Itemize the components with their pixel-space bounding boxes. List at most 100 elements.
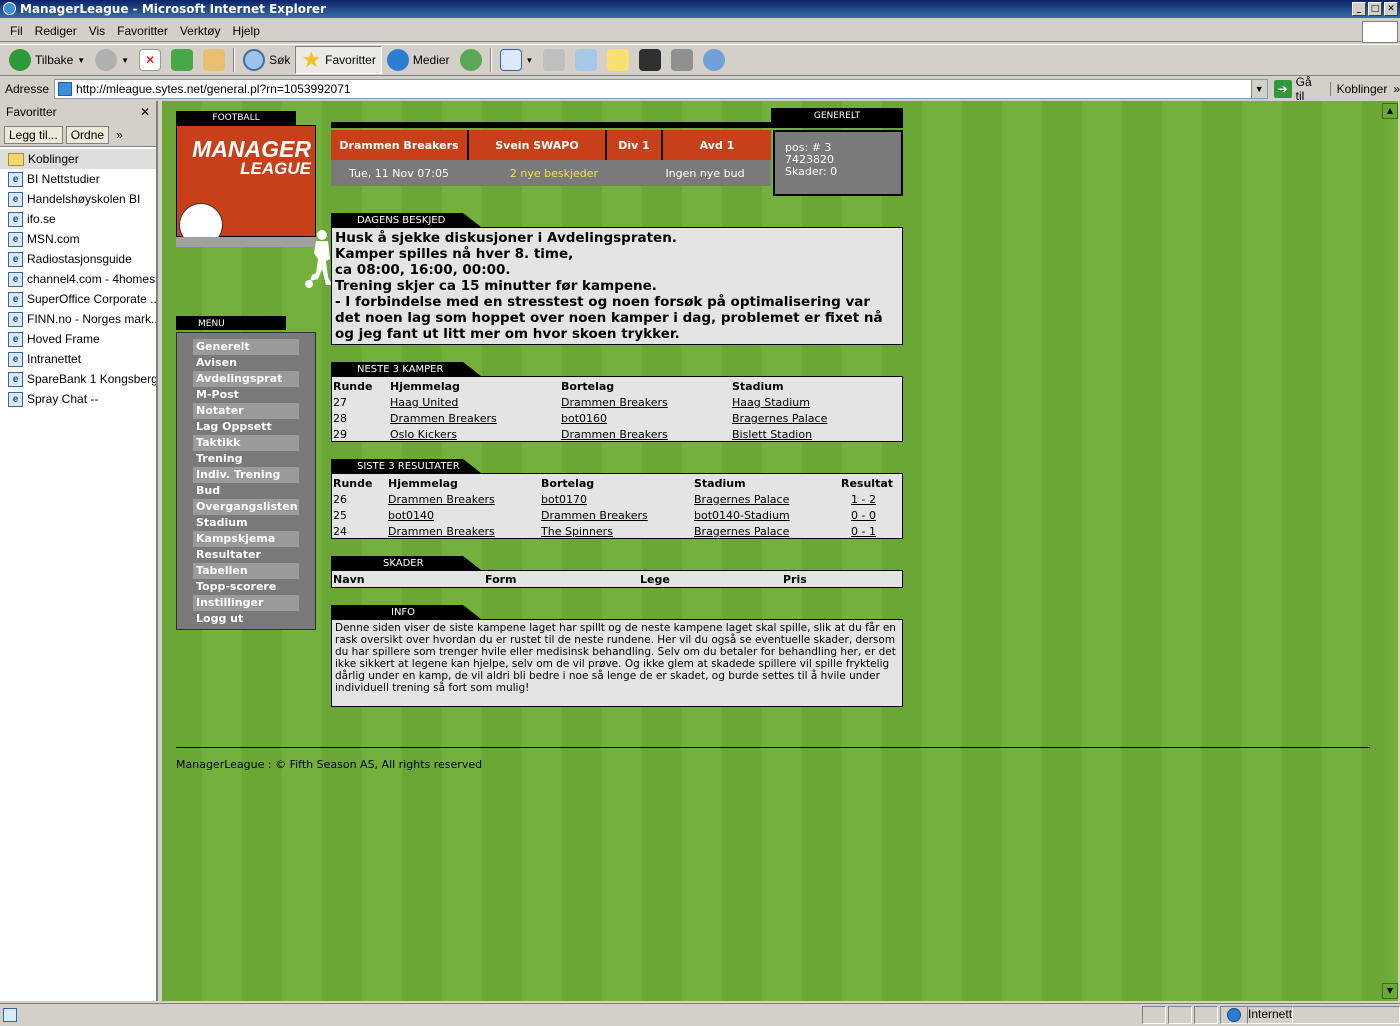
menu-tools[interactable]: Verktøy — [174, 24, 227, 38]
team-link[interactable]: The Spinners — [541, 525, 613, 538]
address-bar: Adresse http://mleague.sytes.net/general… — [0, 75, 1400, 103]
forward-button[interactable]: ▼ — [90, 46, 134, 74]
menu-bar: Fil Rediger Vis Favoritter Verktøy Hjelp — [0, 20, 1400, 42]
menu-favorites[interactable]: Favoritter — [111, 24, 174, 38]
menu-item-avdelingsprat[interactable]: Avdelingsprat — [193, 371, 299, 387]
favorite-item[interactable]: e channel4.com - 4homes — [0, 269, 156, 289]
menu-item-trening[interactable]: Trening — [193, 451, 299, 467]
stadium-link[interactable]: Bragernes Palace — [694, 493, 789, 506]
menu-item-overgangslisten[interactable]: Overgangslisten — [193, 499, 299, 515]
scroll-up-icon[interactable]: ▲ — [1382, 103, 1398, 119]
maximize-button[interactable]: □ — [1368, 2, 1382, 16]
menu-item-logg-ut[interactable]: Logg ut — [193, 611, 299, 627]
chevron-right-icon[interactable]: » — [1387, 82, 1400, 96]
mail-button[interactable]: ▼ — [495, 46, 539, 74]
division-label[interactable]: Div 1 — [607, 130, 663, 160]
stadium-link[interactable]: bot0140-Stadium — [694, 509, 790, 522]
team-link[interactable]: Drammen Breakers — [541, 509, 648, 522]
back-button[interactable]: Tilbake ▼ — [4, 46, 90, 74]
favorite-item[interactable]: e BI Nettstudier — [0, 169, 156, 189]
messenger-button[interactable] — [698, 46, 730, 74]
favorites-button[interactable]: ★ Favoritter — [295, 46, 382, 74]
discuss-button[interactable] — [602, 46, 634, 74]
manager-name[interactable]: Svein SWAPO — [469, 130, 607, 160]
team-link[interactable]: Drammen Breakers — [561, 428, 668, 441]
scroll-down-icon[interactable]: ▼ — [1382, 983, 1398, 999]
favorite-item[interactable]: e SuperOffice Corporate ... — [0, 289, 156, 309]
favorite-item[interactable]: e MSN.com — [0, 229, 156, 249]
vertical-scrollbar[interactable]: ▲ ▼ — [1382, 101, 1398, 1001]
close-favorites-icon[interactable]: ✕ — [140, 105, 150, 119]
new-messages-link[interactable]: 2 nye beskjeder — [469, 167, 639, 180]
menu-item-avisen[interactable]: Avisen — [193, 355, 299, 371]
menu-edit[interactable]: Rediger — [29, 24, 83, 38]
result-link[interactable]: 1 - 2 — [851, 493, 876, 506]
team-link[interactable]: Drammen Breakers — [390, 412, 497, 425]
result-link[interactable]: 0 - 0 — [851, 509, 876, 522]
team-link[interactable]: Drammen Breakers — [388, 493, 495, 506]
print-button[interactable] — [538, 46, 570, 74]
close-window-button[interactable]: ✕ — [1384, 2, 1398, 16]
menu-tab: MENU — [176, 316, 286, 330]
round-cell: 27 — [333, 395, 347, 409]
favorite-item[interactable]: e FINN.no - Norges mark... — [0, 309, 156, 329]
ie-page-icon: e — [8, 291, 23, 307]
menu-item-bud[interactable]: Bud — [193, 483, 299, 499]
stadium-link[interactable]: Bragernes Palace — [694, 525, 789, 538]
folder-icon — [8, 152, 24, 166]
stadium-link[interactable]: Bragernes Palace — [732, 412, 827, 425]
favorite-item[interactable]: e Intranettet — [0, 349, 156, 369]
favorite-item[interactable]: e Spray Chat -- — [0, 389, 156, 409]
menu-item-lag-oppsett[interactable]: Lag Oppsett — [193, 419, 299, 435]
team-link[interactable]: Haag United — [390, 396, 458, 409]
menu-item-topp-scorere[interactable]: Topp-scorere — [193, 579, 299, 595]
minimize-button[interactable]: _ — [1352, 2, 1366, 16]
menu-item-kampskjema[interactable]: Kampskjema — [193, 531, 299, 547]
stadium-link[interactable]: Bislett Stadion — [732, 428, 812, 441]
tools-button[interactable] — [666, 46, 698, 74]
refresh-button[interactable] — [166, 46, 198, 74]
menu-item-m-post[interactable]: M-Post — [193, 387, 299, 403]
team-link[interactable]: bot0170 — [541, 493, 587, 506]
favorite-item[interactable]: e Hoved Frame — [0, 329, 156, 349]
menu-item-instillinger[interactable]: Instillinger — [193, 595, 299, 611]
research-button[interactable] — [634, 46, 666, 74]
team-name[interactable]: Drammen Breakers — [331, 130, 469, 160]
favorite-item[interactable]: e Radiostasjonsguide — [0, 249, 156, 269]
add-favorite-button[interactable]: Legg til... — [4, 125, 63, 144]
team-link[interactable]: Drammen Breakers — [561, 396, 668, 409]
menu-item-tabellen[interactable]: Tabellen — [193, 563, 299, 579]
menu-help[interactable]: Hjelp — [227, 24, 266, 38]
menu-item-generelt[interactable]: Generelt — [193, 339, 299, 355]
address-input[interactable]: http://mleague.sytes.net/general.pl?rn=1… — [54, 79, 1268, 99]
menu-item-notater[interactable]: Notater — [193, 403, 299, 419]
team-link[interactable]: Drammen Breakers — [388, 525, 495, 538]
stadium-link[interactable]: Haag Stadium — [732, 396, 810, 409]
team-link[interactable]: bot0160 — [561, 412, 607, 425]
favorite-item[interactable]: Koblinger — [0, 149, 156, 169]
menu-item-stadium[interactable]: Stadium — [193, 515, 299, 531]
organize-favorites-button[interactable]: Ordne — [65, 125, 110, 144]
team-link[interactable]: bot0140 — [388, 509, 434, 522]
search-button[interactable]: Søk — [238, 46, 295, 74]
address-dropdown-icon[interactable]: ▼ — [1250, 80, 1267, 98]
chevron-right-icon[interactable]: » — [112, 127, 127, 143]
media-button[interactable]: Medier — [382, 46, 455, 74]
menu-file[interactable]: Fil — [4, 24, 29, 38]
history-button[interactable] — [455, 46, 487, 74]
menu-item-resultater[interactable]: Resultater — [193, 547, 299, 563]
menu-item-indiv-trening[interactable]: Indiv. Trening — [193, 467, 299, 483]
favorite-item[interactable]: e SpareBank 1 Kongsberg — [0, 369, 156, 389]
edit-button[interactable] — [570, 46, 602, 74]
menu-view[interactable]: Vis — [83, 24, 111, 38]
menu-item-taktikk[interactable]: Taktikk — [193, 435, 299, 451]
team-link[interactable]: Oslo Kickers — [390, 428, 457, 441]
favorite-item[interactable]: e Handelshøyskolen BI — [0, 189, 156, 209]
result-link[interactable]: 0 - 1 — [851, 525, 876, 538]
group-label[interactable]: Avd 1 — [663, 130, 771, 160]
home-button[interactable] — [198, 46, 230, 74]
favorite-item[interactable]: e ifo.se — [0, 209, 156, 229]
links-button[interactable]: Koblinger — [1329, 82, 1387, 96]
stop-button[interactable]: ✕ — [134, 46, 166, 74]
go-button[interactable]: ➔ Gå til — [1268, 75, 1330, 103]
